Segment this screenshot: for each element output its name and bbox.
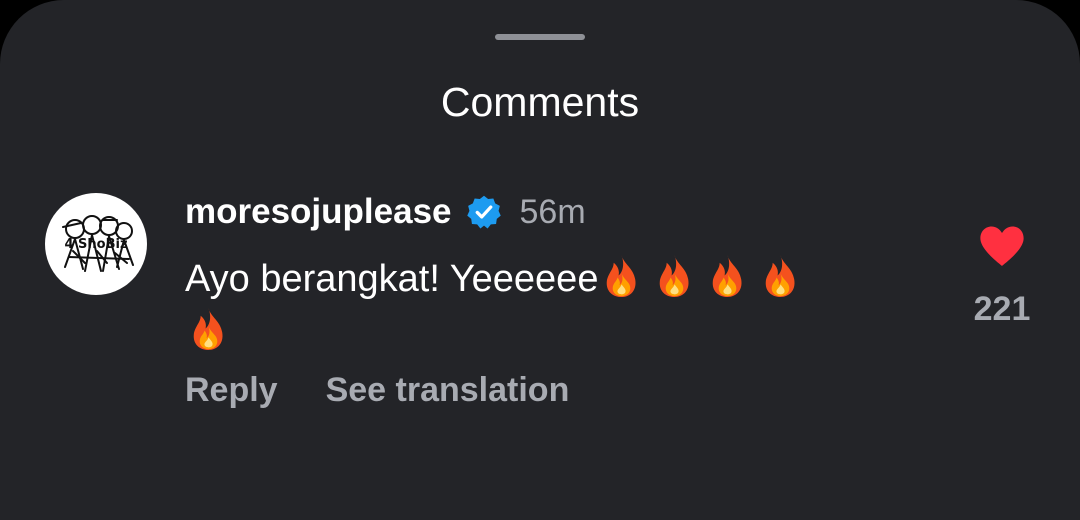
fire-icon [607, 254, 636, 298]
comment-header: moresojuplease 56m [185, 190, 586, 234]
comment-body: Ayo berangkat! Yeeeeee [185, 252, 925, 358]
username[interactable]: moresojuplease [185, 190, 452, 234]
drag-handle[interactable] [495, 34, 585, 40]
comment-text: Ayo berangkat! Yeeeeee [185, 258, 599, 300]
verified-badge-icon [466, 195, 501, 229]
like-column: 221 [960, 225, 1044, 329]
comments-sheet: Comments 4 ShoBiz moresojuplease 56m Ayo… [0, 0, 1080, 520]
sheet-title: Comments [440, 79, 640, 125]
comment-timestamp: 56m [519, 193, 586, 231]
fire-icon [766, 254, 795, 298]
comment-actions: Reply See translation [185, 368, 569, 412]
see-translation-button[interactable]: See translation [326, 368, 570, 412]
like-count: 221 [973, 290, 1031, 328]
fire-icon [193, 307, 223, 351]
reply-button[interactable]: Reply [185, 368, 278, 412]
fire-icon [713, 254, 742, 298]
avatar[interactable]: 4 ShoBiz [45, 193, 147, 295]
fire-icon [660, 254, 689, 298]
avatar-logo-text: 4 ShoBiz [64, 237, 127, 252]
shobiz-logo: 4 ShoBiz [62, 215, 134, 272]
heart-icon[interactable] [979, 225, 1025, 267]
